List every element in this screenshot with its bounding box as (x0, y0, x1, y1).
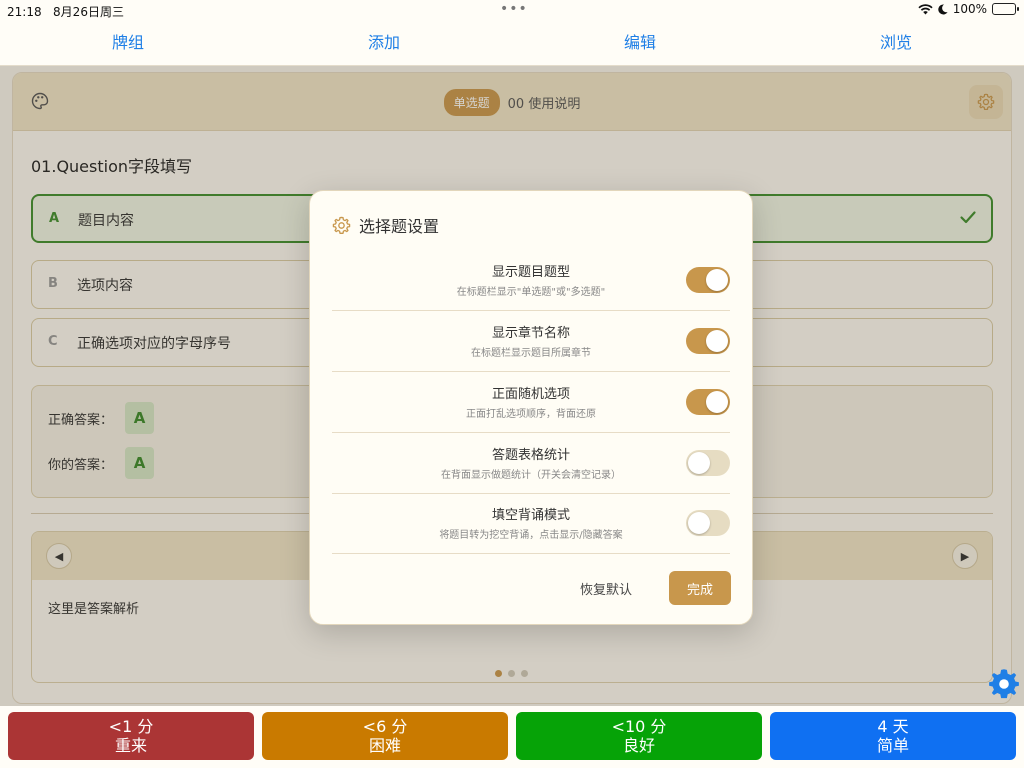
setting-label: 显示章节名称 (491, 326, 570, 341)
setting-show-chapter: 显示章节名称 在标题栏显示题目所属章节 (332, 311, 730, 372)
rating-label: 良好 (622, 736, 655, 755)
setting-description: 在标题栏显示"单选题"或"多选题" (456, 287, 606, 298)
setting-label: 填空背诵模式 (491, 508, 570, 523)
interval-label: <1 分 (108, 717, 154, 736)
easy-button[interactable]: 4 天 简单 (770, 712, 1016, 760)
battery-percent: 100% (952, 2, 987, 16)
toggle-switch[interactable] (686, 450, 730, 476)
status-time: 21:18 8月26日周三 (7, 5, 124, 19)
reset-defaults-button[interactable]: 恢复默认 (580, 579, 632, 598)
done-button[interactable]: 完成 (669, 571, 731, 605)
modal-title: 选择题设置 (359, 217, 440, 236)
setting-label: 显示题目题型 (491, 265, 570, 280)
gear-icon (332, 216, 351, 234)
setting-random-options: 正面随机选项 正面打乱选项顺序，背面还原 (332, 372, 730, 433)
setting-show-question-type: 显示题目题型 在标题栏显示"单选题"或"多选题" (332, 250, 730, 311)
floating-gear-icon[interactable] (988, 668, 1020, 700)
multitasking-dots-icon[interactable]: ••• (500, 1, 528, 17)
tab-edit[interactable]: 编辑 (512, 20, 768, 65)
rating-label: 简单 (876, 736, 909, 755)
interval-label: 4 天 (877, 717, 909, 736)
settings-modal: 选择题设置 显示题目题型 在标题栏显示"单选题"或"多选题" 显示章节名称 在标… (309, 190, 753, 625)
status-date: 8月26日周三 (53, 5, 124, 19)
interval-label: <6 分 (362, 717, 408, 736)
top-navigation: 牌组 添加 编辑 浏览 (0, 20, 1024, 66)
rating-bar: <1 分 重来 <6 分 困难 <10 分 良好 4 天 简单 (0, 706, 1024, 768)
toggle-switch[interactable] (686, 328, 730, 354)
toggle-switch[interactable] (686, 267, 730, 293)
tab-add[interactable]: 添加 (256, 20, 512, 65)
setting-answer-stats: 答题表格统计 在背面显示做题统计（开关会清空记录） (332, 433, 730, 494)
tab-browse[interactable]: 浏览 (768, 20, 1024, 65)
again-button[interactable]: <1 分 重来 (8, 712, 254, 760)
hard-button[interactable]: <6 分 困难 (262, 712, 508, 760)
battery-icon (992, 3, 1019, 15)
setting-label: 答题表格统计 (491, 448, 570, 463)
setting-description: 正面打乱选项顺序，背面还原 (466, 409, 596, 420)
setting-label: 正面随机选项 (491, 387, 570, 402)
setting-description: 在背面显示做题统计（开关会清空记录） (441, 470, 621, 481)
good-button[interactable]: <10 分 良好 (516, 712, 762, 760)
setting-description: 在标题栏显示题目所属章节 (471, 348, 591, 359)
toggle-switch[interactable] (686, 510, 730, 536)
tab-decks[interactable]: 牌组 (0, 20, 256, 65)
toggle-switch[interactable] (686, 389, 730, 415)
setting-cloze-mode: 填空背诵模式 将题目转为挖空背诵，点击显示/隐藏答案 (332, 493, 730, 554)
rating-label: 重来 (114, 736, 147, 755)
moon-icon (937, 3, 948, 14)
rating-label: 困难 (368, 736, 401, 755)
wifi-icon (918, 3, 933, 14)
interval-label: <10 分 (611, 717, 667, 736)
status-bar: 21:18 8月26日周三 ••• 100% (0, 0, 1024, 20)
setting-description: 将题目转为挖空背诵，点击显示/隐藏答案 (439, 530, 623, 541)
